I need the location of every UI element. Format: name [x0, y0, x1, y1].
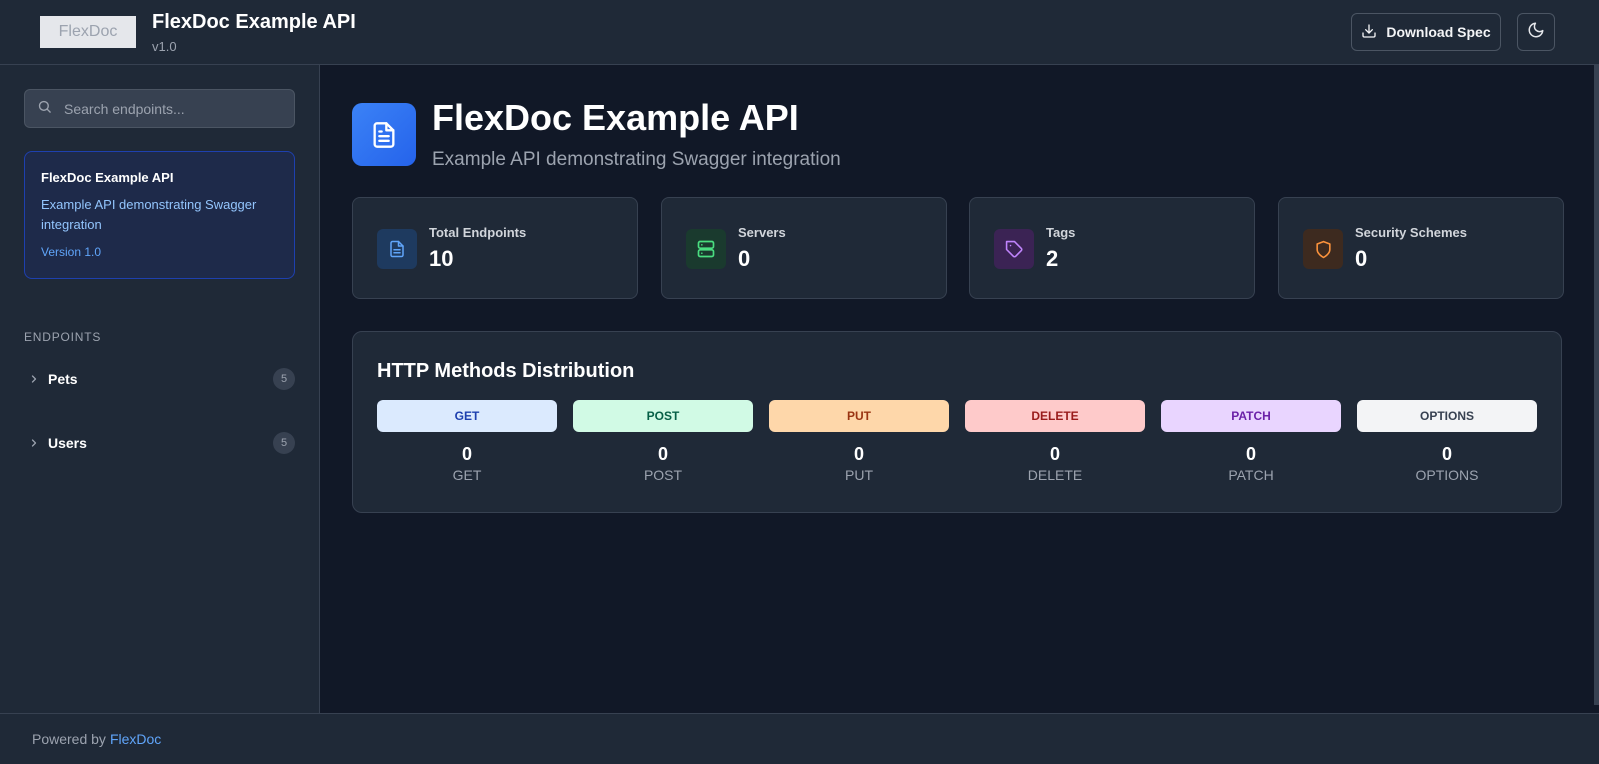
stat-label: Servers — [738, 225, 786, 240]
method-badge-get[interactable]: GET — [377, 400, 557, 432]
method-badge-options[interactable]: OPTIONS — [1357, 400, 1537, 432]
moon-icon — [1527, 21, 1545, 44]
method-badge-post[interactable]: POST — [573, 400, 753, 432]
sidebar-group-users[interactable]: Users 5 — [24, 429, 295, 457]
method-name: OPTIONS — [1415, 467, 1479, 483]
sidebar-group-pets[interactable]: Pets 5 — [24, 365, 295, 393]
download-spec-button[interactable]: Download Spec — [1351, 13, 1501, 51]
stat-value: 10 — [429, 246, 454, 271]
top-header: FlexDoc FlexDoc Example API v1.0 Downloa… — [0, 0, 1599, 65]
method-badge-put[interactable]: PUT — [769, 400, 949, 432]
api-info-description: Example API demonstrating Swagger integr… — [41, 197, 257, 232]
sidebar-group-label: Pets — [48, 371, 78, 387]
method-name: GET — [452, 467, 482, 483]
search-icon — [37, 99, 52, 119]
method-badge-patch[interactable]: PATCH — [1161, 400, 1341, 432]
distribution-title: HTTP Methods Distribution — [377, 360, 635, 382]
search-input[interactable] — [64, 100, 274, 117]
method-badge-delete[interactable]: DELETE — [965, 400, 1145, 432]
chevron-right-icon — [24, 437, 44, 449]
scrollbar[interactable] — [1594, 65, 1599, 705]
stat-card-tags: Tags 2 — [969, 197, 1255, 299]
api-info-version: Version 1.0 — [41, 245, 102, 259]
stat-value: 0 — [738, 246, 751, 271]
method-name: PUT — [845, 467, 873, 483]
stat-value: 0 — [1355, 246, 1368, 271]
chevron-right-icon — [24, 373, 44, 385]
page-subtitle: Example API demonstrating Swagger integr… — [432, 149, 841, 170]
method-delete: DELETE 0 DELETE — [965, 400, 1145, 483]
page-title: FlexDoc Example API — [432, 97, 799, 138]
footer: Powered by FlexDoc — [0, 713, 1599, 764]
endpoint-count-badge: 5 — [273, 368, 295, 390]
document-icon — [352, 103, 416, 166]
api-info-card: FlexDoc Example API Example API demonstr… — [24, 151, 295, 279]
app-title: FlexDoc Example API — [152, 11, 356, 33]
theme-toggle-button[interactable] — [1517, 13, 1555, 51]
method-count: 0 — [461, 444, 472, 464]
method-count: 0 — [1245, 444, 1256, 464]
method-count: 0 — [657, 444, 668, 464]
download-spec-label: Download Spec — [1386, 24, 1491, 40]
method-put: PUT 0 PUT — [769, 400, 949, 483]
api-info-title: FlexDoc Example API — [41, 170, 174, 185]
sidebar-group-label: Users — [48, 435, 87, 451]
document-icon — [377, 229, 417, 269]
app-version: v1.0 — [152, 39, 177, 54]
footer-text: Powered by — [32, 731, 106, 747]
download-icon — [1361, 23, 1377, 42]
method-count: 0 — [853, 444, 864, 464]
stat-card-total-endpoints: Total Endpoints 10 — [352, 197, 638, 299]
stat-label: Security Schemes — [1355, 225, 1468, 240]
server-icon — [686, 229, 726, 269]
search-box[interactable] — [24, 89, 295, 128]
method-count: 0 — [1049, 444, 1060, 464]
method-options: OPTIONS 0 OPTIONS — [1357, 400, 1537, 483]
method-name: PATCH — [1228, 467, 1274, 483]
method-name: DELETE — [1027, 467, 1083, 483]
stat-label: Tags — [1046, 225, 1076, 240]
method-count: 0 — [1441, 444, 1452, 464]
method-post: POST 0 POST — [573, 400, 753, 483]
stat-value: 2 — [1046, 246, 1059, 271]
method-name: POST — [643, 467, 683, 483]
http-methods-distribution: HTTP Methods Distribution GET 0 GET POST… — [352, 331, 1562, 513]
method-patch: PATCH 0 PATCH — [1161, 400, 1341, 483]
method-get: GET 0 GET — [377, 400, 557, 483]
endpoint-count-badge: 5 — [273, 432, 295, 454]
shield-icon — [1303, 229, 1343, 269]
stat-label: Total Endpoints — [429, 225, 527, 240]
footer-link[interactable]: FlexDoc — [110, 731, 161, 747]
tag-icon — [994, 229, 1034, 269]
stat-card-security-schemes: Security Schemes 0 — [1278, 197, 1564, 299]
stat-card-servers: Servers 0 — [661, 197, 947, 299]
endpoints-section-label: ENDPOINTS — [24, 330, 102, 344]
logo[interactable]: FlexDoc — [40, 16, 136, 48]
sidebar: FlexDoc Example API Example API demonstr… — [0, 65, 320, 713]
